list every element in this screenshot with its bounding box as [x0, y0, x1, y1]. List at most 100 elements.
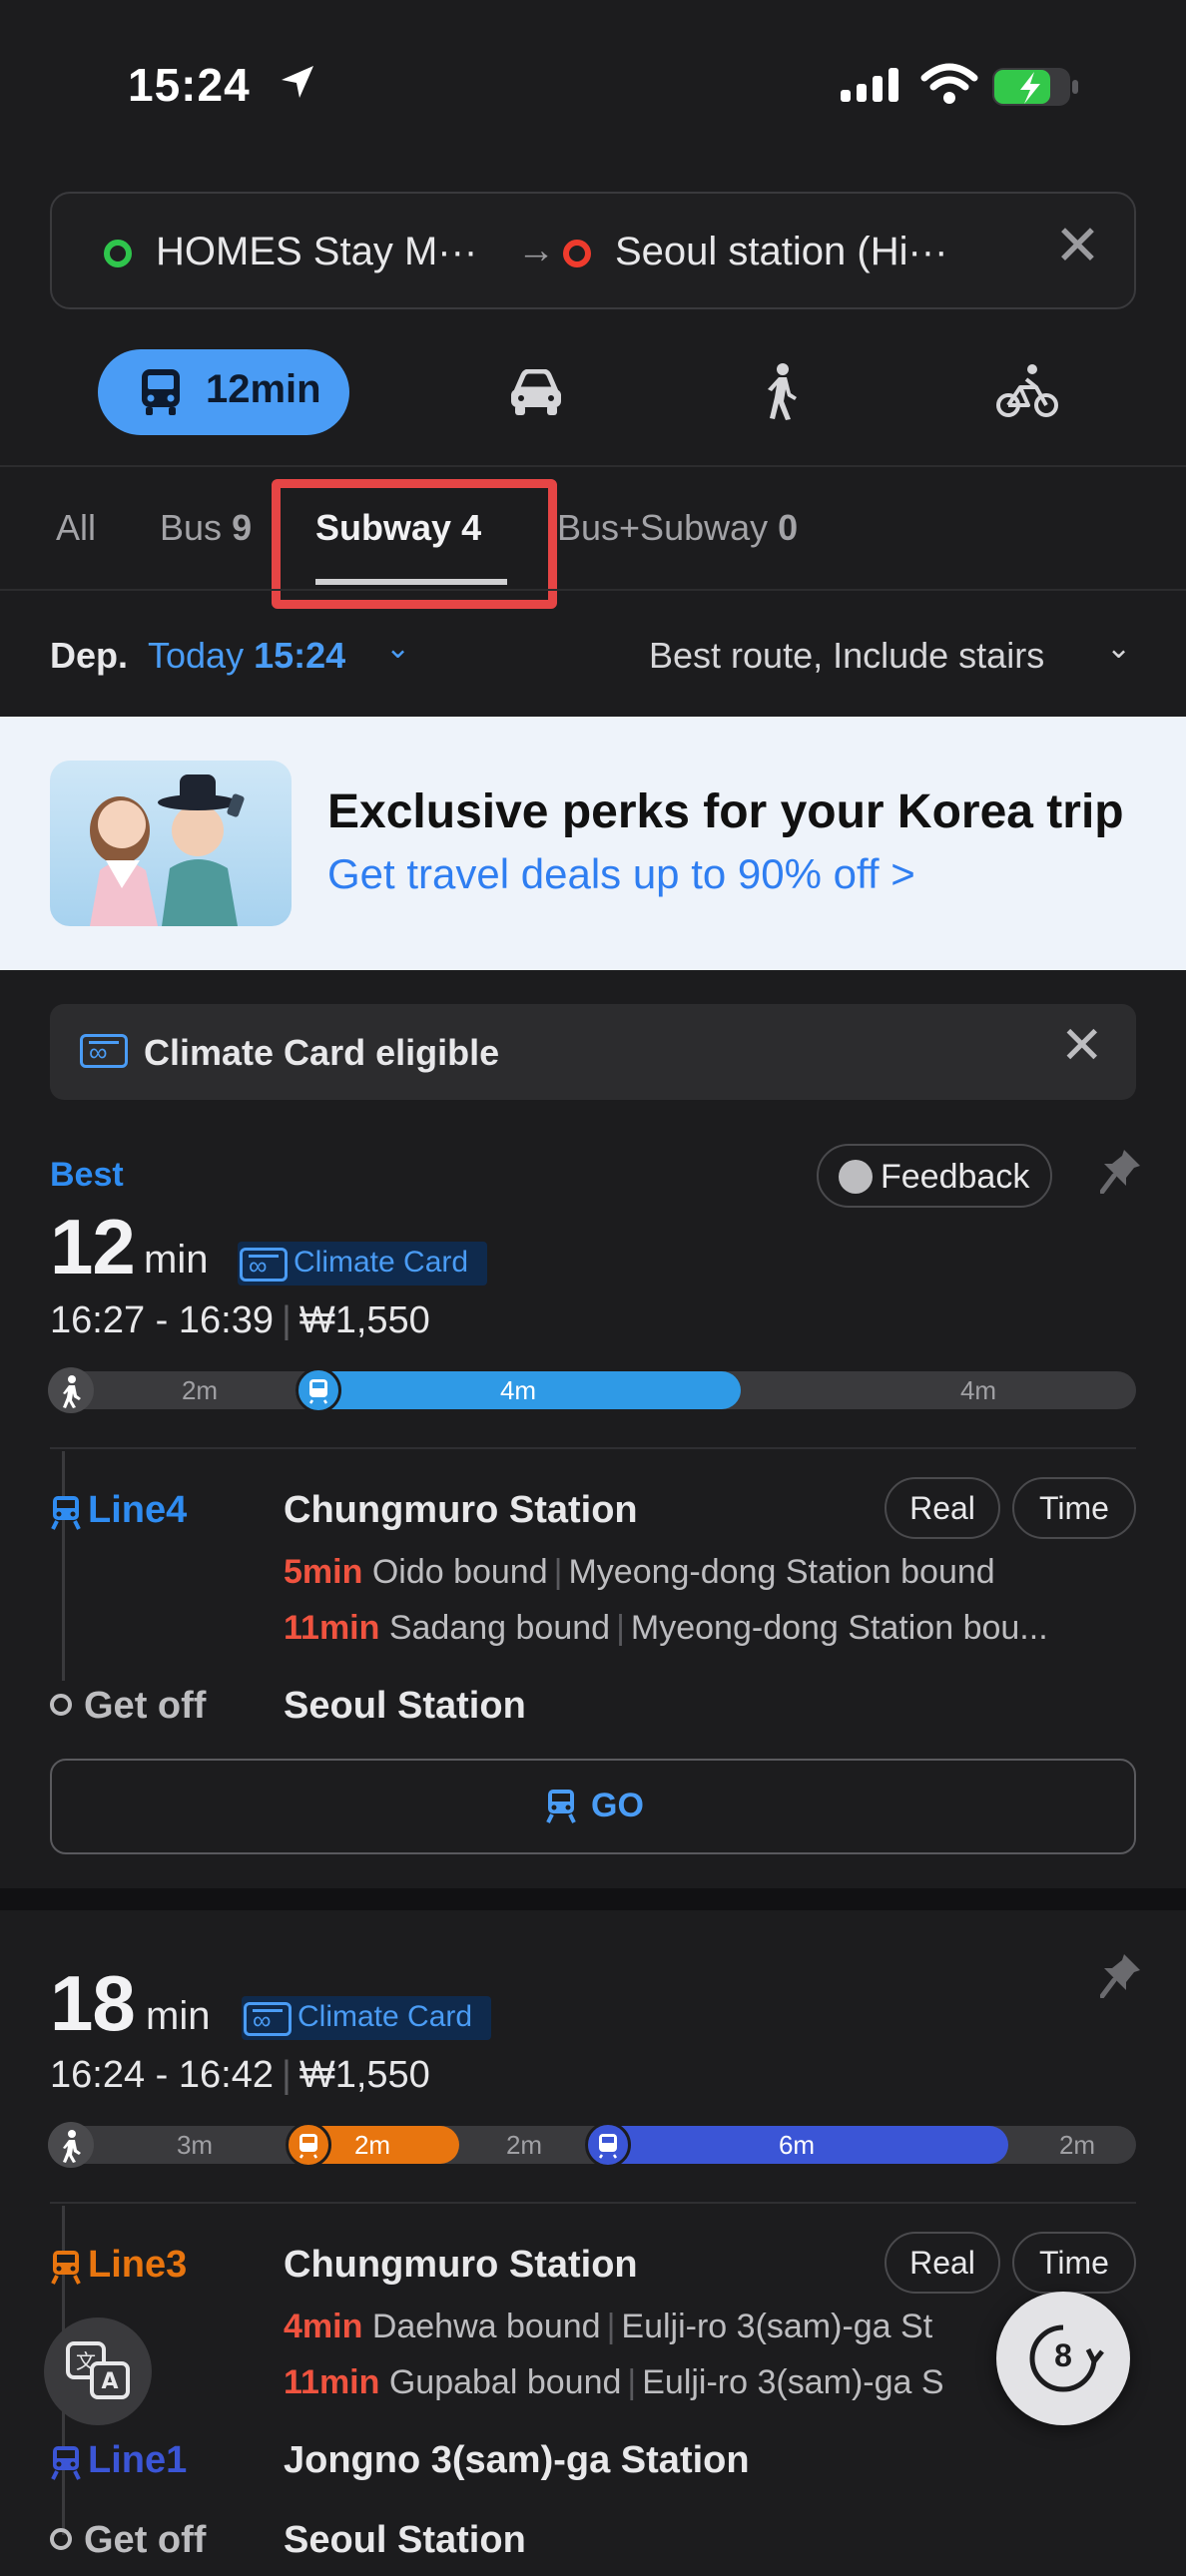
timeline-walk-segment: 2m — [1058, 2130, 1096, 2160]
route-timeline-bar: 2m 4m 4m — [48, 1367, 1136, 1413]
real-time-button[interactable]: Real — [885, 2232, 1000, 2294]
timeline-walk-segment: 3m — [176, 2130, 214, 2160]
line3-label: Line3 — [50, 2244, 187, 2287]
route-input-box[interactable]: HOMES Stay M··· → Seoul station (Hi··· ✕ — [50, 192, 1136, 309]
battery-charging-icon — [992, 68, 1078, 106]
arrival-info: 5min Oido bound | Myeong-dong Station boun… — [284, 1553, 995, 1591]
refresh-count: 8 — [1054, 2337, 1072, 2373]
subway-icon — [51, 1495, 81, 1530]
route-times: 16:27 - 16:39 | ₩1,550 — [50, 1299, 430, 1341]
divider — [50, 1447, 1136, 1449]
translate-icon: 文A — [66, 2341, 130, 2399]
climate-notice-text: Climate Card eligible — [144, 1032, 500, 1073]
close-icon[interactable]: ✕ — [1060, 1020, 1104, 1072]
section-separator — [0, 1888, 1186, 1910]
divider — [0, 589, 1186, 591]
arrival-info: 11min Sadang bound | Myeong-dong Station b… — [284, 1609, 1048, 1647]
boarding-station: Chungmuro Station — [284, 1489, 638, 1531]
get-off-label: Get off — [50, 1685, 206, 1728]
timeline-walk-segment: 2m — [181, 1375, 219, 1405]
get-off-label: Get off — [50, 2519, 206, 2562]
status-time: 15:24 — [128, 59, 251, 111]
wifi-icon — [920, 63, 978, 104]
location-arrow-icon — [282, 66, 313, 98]
timeline-walk-segment: 2m — [505, 2130, 543, 2160]
refresh-button[interactable]: 8 — [996, 2292, 1130, 2425]
arrival-info: 4min Daehwa bound | Eulji-ro 3(sam)-ga St — [284, 2308, 933, 2345]
feedback-button[interactable]: Feedback — [817, 1144, 1052, 1208]
promo-banner[interactable]: Exclusive perks for your Korea trip Get … — [0, 717, 1186, 970]
go-button[interactable]: GO — [50, 1759, 1136, 1854]
route-fare: ₩1,550 — [298, 1299, 430, 1341]
transfer-station: Jongno 3(sam)-ga Station — [284, 2439, 750, 2481]
cellular-signal-icon — [841, 68, 898, 102]
bus-icon — [142, 369, 180, 415]
chevron-down-icon[interactable]: ⌄ — [385, 631, 410, 666]
banner-title: Exclusive perks for your Korea trip — [327, 785, 1124, 838]
real-time-button[interactable]: Real — [885, 1477, 1000, 1539]
departure-time-selector[interactable]: Today 15:24 — [148, 635, 345, 677]
tab-all[interactable]: All — [56, 507, 96, 549]
subway-icon — [546, 1790, 576, 1823]
walk-icon — [48, 1367, 94, 1413]
subway-icon — [296, 1367, 341, 1413]
route-fare: ₩1,550 — [298, 2054, 430, 2096]
arrival-info: 11min Gupabal bound | Eulji-ro 3(sam)-ga S — [284, 2363, 944, 2401]
go-label: GO — [591, 1787, 644, 1824]
car-icon[interactable] — [507, 369, 565, 415]
get-off-station: Seoul Station — [284, 2519, 526, 2561]
route-timeline-bar: 3m 2m 2m 6m 2m — [48, 2122, 1136, 2168]
timetable-button[interactable]: Time — [1012, 1477, 1136, 1539]
departure-label: Dep. — [50, 635, 129, 676]
climate-card-icon — [80, 1034, 128, 1068]
route-duration-unit: min — [144, 1238, 209, 1282]
climate-card-icon — [240, 1248, 288, 1282]
route-vertical-line — [62, 1451, 65, 1681]
smiley-icon — [839, 1160, 873, 1194]
get-off-station: Seoul Station — [284, 1685, 526, 1727]
pin-icon[interactable] — [1100, 1952, 1142, 1998]
route-duration-unit: min — [146, 1994, 211, 2038]
close-icon[interactable]: ✕ — [1054, 218, 1101, 273]
destination-field[interactable]: Seoul station (Hi··· — [615, 230, 1054, 274]
walk-icon — [48, 2122, 94, 2168]
route-duration: 12 — [50, 1203, 136, 1290]
route-times: 16:24 - 16:42 | ₩1,550 — [50, 2054, 430, 2096]
banner-link[interactable]: Get travel deals up to 90% off > — [327, 850, 915, 898]
route-duration: 18 — [50, 1959, 136, 2047]
climate-card-badge: Climate Card — [242, 1996, 491, 2040]
subway-icon — [51, 2250, 81, 2285]
best-badge: Best — [50, 1156, 124, 1194]
origin-dot-icon — [104, 240, 132, 267]
bicycle-icon[interactable] — [996, 363, 1058, 419]
tab-bus[interactable]: Bus 9 — [160, 507, 252, 549]
climate-card-badge: Climate Card — [238, 1242, 487, 1286]
walk-icon[interactable] — [761, 363, 801, 421]
pin-icon[interactable] — [1100, 1148, 1142, 1194]
subway-icon — [585, 2122, 631, 2168]
destination-dot-icon — [563, 240, 591, 267]
route-arrow-icon: → — [517, 230, 555, 271]
chevron-down-icon[interactable]: ⌄ — [1106, 631, 1131, 666]
timetable-button[interactable]: Time — [1012, 2232, 1136, 2294]
mode-transit-label: 12min — [206, 367, 321, 411]
divider — [0, 465, 1186, 467]
tab-bus-subway[interactable]: Bus+Subway 0 — [557, 507, 798, 549]
mode-transit-tab[interactable]: 12min — [98, 349, 349, 435]
boarding-station: Chungmuro Station — [284, 2244, 638, 2286]
subway-icon — [286, 2122, 331, 2168]
route-preference-selector[interactable]: Best route, Include stairs — [649, 635, 1044, 677]
svg-text:A: A — [101, 2369, 118, 2394]
line4-label: Line4 — [50, 1489, 187, 1532]
timeline-walk-segment: 4m — [959, 1375, 997, 1405]
climate-card-notice: Climate Card eligible ✕ — [50, 1004, 1136, 1100]
timeline-subway-segment: 4m — [296, 1371, 741, 1409]
line1-label: Line1 — [50, 2439, 187, 2482]
feedback-label: Feedback — [881, 1158, 1030, 1196]
divider — [50, 2202, 1136, 2204]
translate-button[interactable]: 文A — [44, 2318, 152, 2425]
climate-card-icon — [244, 2002, 292, 2036]
travel-couple-illustration — [50, 761, 292, 926]
subway-icon — [51, 2445, 81, 2480]
origin-field[interactable]: HOMES Stay M··· — [156, 230, 525, 274]
